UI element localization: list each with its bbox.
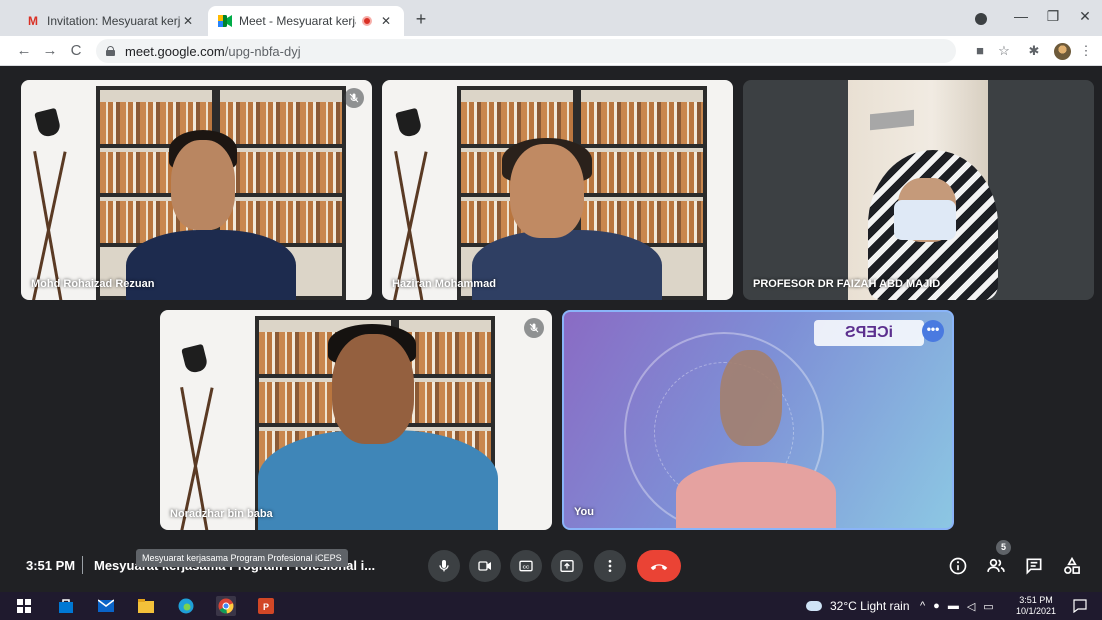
participant-tile[interactable]: Noradzhar bin baba [160, 310, 552, 530]
people-icon [987, 558, 1005, 572]
close-window-icon[interactable]: ✕ [1072, 8, 1098, 28]
url-omnibox[interactable]: meet.google.com/upg-nbfa-dyj [96, 39, 956, 63]
activities-button[interactable] [1058, 552, 1086, 580]
kebab-icon [608, 560, 612, 572]
divider [82, 556, 83, 574]
camera-icon [478, 561, 491, 571]
extensions-puzzle-icon[interactable]: ✱ [1026, 43, 1042, 59]
self-view-tile[interactable]: iCEPS ••• You [562, 310, 954, 530]
forward-arrow-icon[interactable]: → [40, 41, 60, 61]
chevron-up-icon[interactable]: ^ [920, 600, 925, 612]
bookmark-star-icon[interactable]: ☆ [996, 43, 1012, 59]
tab-google-meet[interactable]: Meet - Mesyuarat kerjasama ✕ [208, 6, 404, 36]
menu-kebab-icon[interactable]: ⋮ [1078, 43, 1094, 59]
hang-up-icon [650, 564, 668, 571]
edge-icon[interactable] [176, 596, 196, 616]
iceps-banner: iCEPS [814, 320, 924, 346]
meet-control-bar: 3:51 PM Mesyuarat kerjasama Program Prof… [0, 540, 1102, 592]
participant-video [848, 80, 998, 300]
tab-title: Invitation: Mesyuarat kerjasama [47, 14, 180, 28]
windows-taskbar: P 32°C Light rain ^ ● ▬ ◁ ▭ 3:51 PM 10/1… [0, 592, 1102, 620]
speaker-icon[interactable]: ◁ [967, 600, 975, 613]
url-path: /upg-nbfa-dyj [224, 43, 301, 59]
url-host: meet.google.com [125, 43, 225, 59]
microphone-icon [439, 560, 449, 572]
mail-icon[interactable] [96, 596, 116, 616]
info-icon [949, 557, 967, 575]
meeting-details-button[interactable] [944, 552, 972, 580]
browser-tab-bar: M Invitation: Mesyuarat kerjasama ✕ Meet… [0, 0, 1102, 36]
svg-text:CC: CC [523, 564, 530, 569]
more-options-icon[interactable]: ••• [922, 320, 944, 342]
powerpoint-icon[interactable]: P [256, 596, 276, 616]
gmail-icon: M [28, 14, 38, 28]
participant-name: PROFESOR DR FAIZAH ABD MAJID [753, 278, 941, 290]
more-options-button[interactable] [594, 550, 626, 582]
chat-button[interactable] [1020, 552, 1048, 580]
tab-gmail-invitation[interactable]: M Invitation: Mesyuarat kerjasama ✕ [16, 6, 206, 36]
taskbar-clock[interactable]: 3:51 PM 10/1/2021 [1016, 595, 1056, 617]
participant-tile[interactable]: PROFESOR DR FAIZAH ABD MAJID [743, 80, 1094, 300]
meeting-title-tooltip: Mesyuarat kerjasama Program Profesional … [136, 549, 348, 567]
meet-video-grid: Mohd Rohaizad Rezuan Haziran Mohammad PR… [0, 66, 1102, 592]
close-tab-icon[interactable]: ✕ [180, 14, 196, 28]
windows-start-icon[interactable] [14, 596, 34, 616]
profile-avatar[interactable] [1054, 43, 1071, 60]
new-tab-button[interactable]: + [410, 9, 432, 30]
participant-tile[interactable]: Mohd Rohaizad Rezuan [21, 80, 372, 300]
chrome-profile-icon[interactable] [975, 13, 987, 25]
people-button[interactable] [982, 552, 1010, 580]
participant-name: Noradzhar bin baba [170, 508, 273, 520]
present-icon [560, 560, 574, 572]
participant-name: Haziran Mohammad [392, 278, 496, 290]
battery-icon[interactable]: ▬ [948, 600, 959, 612]
taskbar-time: 3:51 PM [1019, 595, 1053, 605]
meeting-clock: 3:51 PM [26, 558, 76, 573]
lock-icon [106, 46, 115, 56]
close-tab-icon[interactable]: ✕ [378, 14, 394, 28]
participant-count-badge: 5 [996, 540, 1011, 555]
store-icon[interactable] [56, 596, 76, 616]
activities-icon [1064, 556, 1080, 574]
microphone-tray-icon[interactable]: ● [933, 600, 940, 612]
system-tray: ^ ● ▬ ◁ ▭ [920, 592, 994, 620]
notifications-icon[interactable] [1070, 596, 1090, 616]
back-arrow-icon[interactable]: ← [14, 41, 34, 61]
address-bar: ← → C meet.google.com/upg-nbfa-dyj ■ ☆ ✱… [0, 36, 1102, 66]
taskbar-date: 10/1/2021 [1016, 606, 1057, 616]
microphone-button[interactable] [428, 550, 460, 582]
minimize-icon[interactable]: — [1008, 8, 1034, 28]
tab-title: Meet - Mesyuarat kerjasama [239, 14, 356, 28]
weather-widget[interactable]: 32°C Light rain [806, 592, 910, 620]
mic-off-icon [344, 88, 364, 108]
cloud-icon [806, 601, 822, 611]
participant-tile[interactable]: Haziran Mohammad [382, 80, 733, 300]
mic-off-icon [524, 318, 544, 338]
recording-icon [362, 16, 372, 26]
restore-icon[interactable]: ❐ [1040, 8, 1066, 28]
chat-icon [1026, 558, 1042, 575]
file-explorer-icon[interactable] [136, 596, 156, 616]
captions-icon: CC [519, 560, 533, 572]
participant-name: You [574, 506, 594, 518]
leave-call-button[interactable] [637, 550, 681, 582]
camera-in-use-icon[interactable]: ■ [972, 43, 988, 59]
present-screen-button[interactable] [551, 550, 583, 582]
captions-button[interactable]: CC [510, 550, 542, 582]
camera-button[interactable] [469, 550, 501, 582]
reload-icon[interactable]: C [66, 41, 86, 61]
meet-icon [218, 14, 232, 28]
network-icon[interactable]: ▭ [983, 600, 993, 613]
svg-text:P: P [263, 602, 269, 612]
weather-text: 32°C Light rain [830, 599, 910, 613]
participant-name: Mohd Rohaizad Rezuan [31, 278, 155, 290]
chrome-taskbar-icon[interactable] [216, 596, 236, 616]
